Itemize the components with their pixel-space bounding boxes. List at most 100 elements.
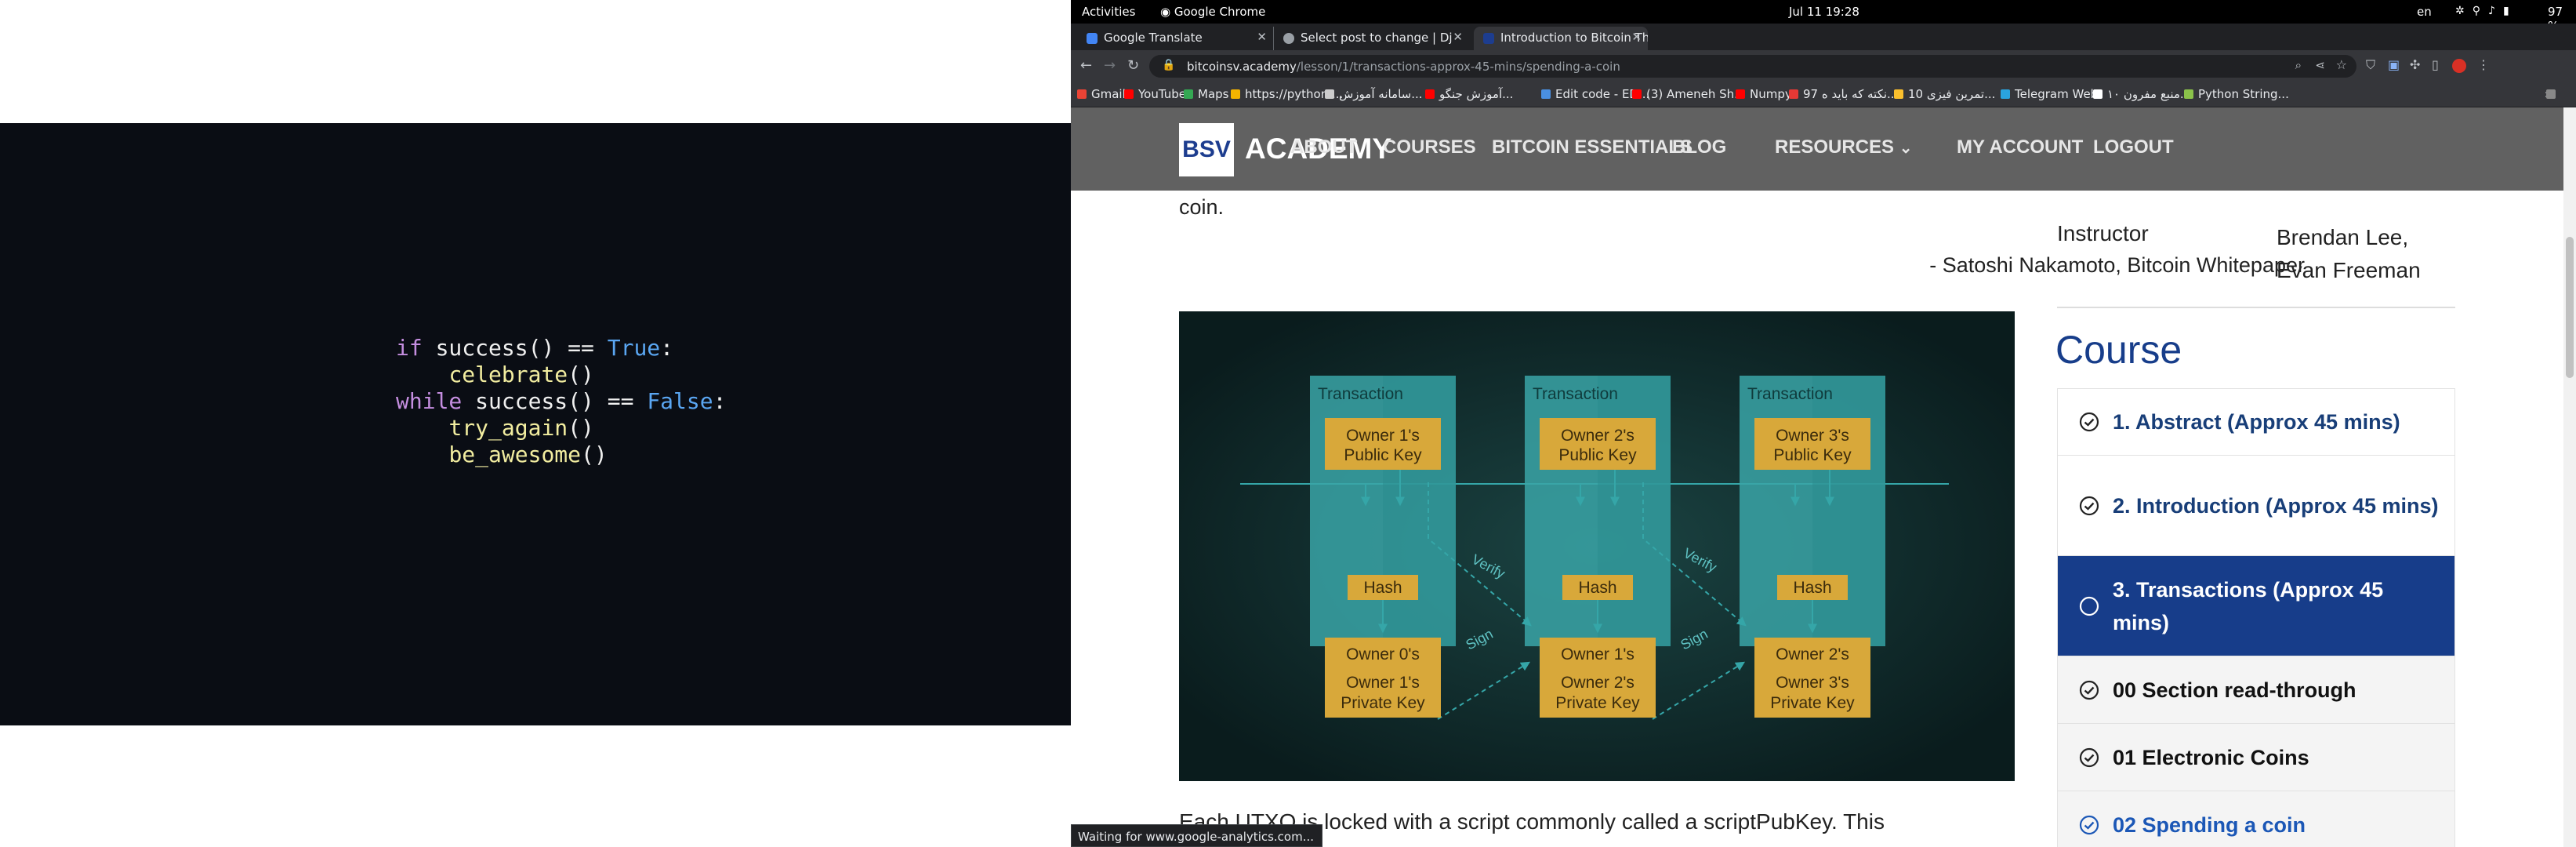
url-domain: bitcoinsv.academy [1187, 60, 1297, 74]
side-panel-icon[interactable]: ▯ [2432, 57, 2439, 72]
public-key-label-line1: Owner 1's [1346, 427, 1420, 445]
kebab-menu-icon[interactable]: ⋮ [2477, 57, 2490, 72]
zoom-icon[interactable]: ⌕ [2295, 58, 2302, 72]
instructor-names: Brendan Lee, Evan Freeman [2277, 221, 2421, 287]
bookmark-youtube[interactable]: YouTube [1123, 87, 1186, 101]
bookmark-star-icon[interactable]: ☆ [2336, 57, 2347, 72]
lesson-item-abstract[interactable]: 1. Abstract (Approx 45 mins) [2057, 388, 2455, 456]
share-icon[interactable]: ⋖ [2315, 58, 2325, 72]
parens: () [568, 362, 594, 387]
nav-bitcoin-essentials[interactable]: BITCOIN ESSENTIALS [1492, 136, 1693, 158]
tab-strip: Google Translate ✕ Select post to change … [1071, 24, 2576, 70]
check-circle-icon [2079, 815, 2099, 834]
bookmark-10-sources[interactable]: ۱۰ منبع مفرون... [2092, 87, 2191, 101]
url-text[interactable]: bitcoinsv.academy/lesson/1/transactions-… [1187, 60, 1620, 74]
lesson-label: 00 Section read-through [2113, 678, 2356, 702]
bookmark-ameneh[interactable]: (3) Ameneh Sh... [1631, 87, 1745, 101]
bookmarks-bar: Gmail YouTube Maps https://python.... سا… [1071, 82, 2576, 107]
extensions-puzzle-icon[interactable]: ✣ [2410, 57, 2420, 72]
bookmark-physics[interactable]: 10 تمرین فیزی... [1892, 87, 1995, 101]
nav-courses[interactable]: COURSES [1383, 136, 1476, 158]
lesson-item-introduction[interactable]: 2. Introduction (Approx 45 mins) [2057, 456, 2455, 556]
svg-text:Owner 3's: Owner 3's [1776, 674, 1849, 692]
settings-icon: ✲ [2455, 5, 2473, 17]
close-icon[interactable]: ✕ [1453, 30, 1463, 44]
nav-blog[interactable]: BLOG [1672, 136, 1726, 158]
gnome-top-bar: Activities ◉ Google Chrome Jul 11 19:28 … [1071, 0, 2576, 33]
globe-icon [1283, 33, 1294, 44]
bookmark-maps[interactable]: Maps [1182, 87, 1228, 101]
extension-translate-icon[interactable]: ▣ [2388, 57, 2400, 72]
bookmark-gmail[interactable]: Gmail [1076, 87, 1126, 101]
parens: () [581, 442, 608, 467]
tab-title: Select post to change | Dj [1301, 31, 1453, 45]
app-menu[interactable]: ◉ Google Chrome [1160, 5, 1265, 19]
lesson-item-spending-a-coin[interactable]: 02 Spending a coin [2057, 791, 2455, 847]
code-line-1: if success() == True: [396, 335, 726, 362]
tab-django-admin[interactable]: Select post to change | Dj ✕ [1273, 27, 1469, 50]
code-line-4: try_again() [396, 415, 726, 442]
svg-text:Private Key: Private Key [1341, 694, 1425, 712]
clock[interactable]: Jul 11 19:28 [1789, 5, 1859, 19]
forward-arrow-icon[interactable]: → [1104, 57, 1116, 74]
back-arrow-icon[interactable]: ← [1080, 57, 1092, 74]
bookmark-telegram[interactable]: Telegram Web [1999, 87, 2098, 101]
code-line-5: be_awesome() [396, 442, 726, 468]
nav-logout[interactable]: LOGOUT [2093, 136, 2174, 158]
input-language[interactable]: en [2417, 5, 2432, 19]
public-key-label-line2: Public Key [1344, 446, 1422, 464]
nav-resources-label: RESOURCES [1775, 136, 1895, 158]
instructor-label: Instructor [2057, 221, 2149, 245]
lesson-item-electronic-coins[interactable]: 01 Electronic Coins [2057, 724, 2455, 791]
call-celebrate: celebrate [448, 362, 568, 387]
chevron-down-icon: ⌄ [1899, 140, 1913, 157]
nav-about[interactable]: ABOUT [1290, 136, 1357, 158]
activities-button[interactable]: Activities [1082, 5, 1135, 19]
tray-icons[interactable]: ✲⚲♪▮ [2455, 5, 2517, 17]
nav-resources[interactable]: RESOURCES ⌄ [1775, 136, 1912, 158]
bookmark-numpy[interactable]: Numpy [1734, 87, 1792, 101]
call-be-awesome: be_awesome [448, 442, 582, 467]
tab-google-translate[interactable]: Google Translate ✕ [1077, 27, 1273, 50]
bookmark-samaneh[interactable]: سامانه آموزش... [1323, 87, 1423, 101]
reload-icon[interactable]: ↻ [1127, 57, 1139, 74]
code-line-2: celebrate() [396, 362, 726, 388]
page-scrollbar[interactable] [2563, 107, 2576, 847]
signature-label-line1: Owner 1's [1561, 645, 1634, 663]
google-translate-icon [1087, 33, 1098, 44]
close-icon[interactable]: ✕ [1631, 30, 1642, 44]
lesson-label: 02 Spending a coin [2113, 812, 2306, 837]
bookmark-97-tips[interactable]: 97 نکته که باید ه... [1787, 87, 1898, 101]
lesson-item-section-read-through[interactable]: 00 Section read-through [2057, 656, 2455, 724]
tab-title: Introduction to Bitcoin Th [1500, 31, 1648, 45]
keyword-if: if [396, 335, 423, 361]
lesson-label: 2. Introduction (Approx 45 mins) [2113, 493, 2439, 518]
scrollbar-thumb[interactable] [2566, 237, 2574, 378]
bookmark-django-course[interactable]: آموزش جنگو... [1424, 87, 1513, 101]
column-heading: Transaction [1533, 385, 1618, 403]
profile-avatar[interactable] [2452, 59, 2466, 73]
more-bookmarks-icon[interactable]: » [2545, 87, 2556, 101]
code-snippet: if success() == True: celebrate() while s… [396, 335, 726, 468]
private-key-1: Owner 1's Private Key [1325, 666, 1441, 718]
chrome-window: Activities ◉ Google Chrome Jul 11 19:28 … [1071, 0, 2576, 847]
address-bar[interactable]: 🔒 bitcoinsv.academy/lesson/1/transaction… [1149, 55, 2356, 78]
bookmark-python-string[interactable]: Python String... [2182, 87, 2289, 101]
call-try-again: try_again [448, 415, 568, 441]
lock-icon[interactable]: 🔒 [1162, 59, 1175, 71]
extension-shield-icon[interactable]: ⛉ [2366, 57, 2375, 73]
nav-my-account[interactable]: MY ACCOUNT [1957, 136, 2083, 158]
lesson-label: 01 Electronic Coins [2113, 745, 2309, 769]
app-name: Google Chrome [1174, 5, 1266, 19]
private-key-2: Owner 2's Private Key [1540, 666, 1656, 718]
bsv-logo[interactable]: BSV [1179, 123, 1234, 176]
operator-eq: == [607, 388, 634, 414]
hash-label: Hash [1793, 579, 1831, 597]
lesson-label: 1. Abstract (Approx 45 mins) [2113, 410, 2400, 434]
close-icon[interactable]: ✕ [1257, 30, 1267, 44]
lesson-item-transactions[interactable]: 3. Transactions (Approx 45 mins) [2057, 556, 2455, 656]
colon: : [660, 335, 674, 361]
code-line-3: while success() == False: [396, 388, 726, 415]
tab-bitcoin-intro[interactable]: Introduction to Bitcoin Th ✕ [1474, 27, 1648, 50]
svg-text:Private Key: Private Key [1770, 694, 1855, 712]
